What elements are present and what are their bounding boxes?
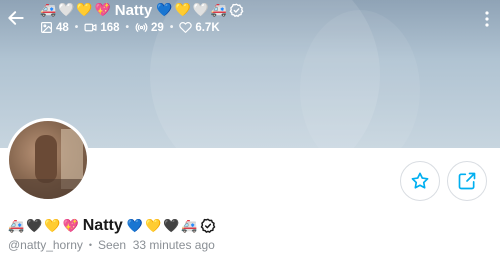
more-vertical-icon[interactable]: [484, 11, 490, 27]
verified-check-icon: [200, 218, 215, 233]
video-icon: [84, 23, 97, 32]
heart-icon: [179, 22, 193, 33]
emoji: 💖: [94, 2, 111, 17]
emoji: 🤍: [192, 2, 209, 17]
emoji: 🖤: [163, 218, 180, 233]
image-icon: [41, 22, 52, 33]
banner-decoration: [300, 10, 420, 148]
share-button[interactable]: [447, 161, 487, 201]
profile-name-row: 🚑 🖤 💛 💖 Natty 💙 💛 🖤 🚑: [8, 216, 216, 236]
avatar[interactable]: [6, 118, 90, 202]
emoji: 💛: [76, 2, 93, 17]
emoji: 🤍: [58, 2, 75, 17]
emoji: 💙: [126, 218, 143, 233]
favorite-button[interactable]: [400, 161, 440, 201]
emoji: 🚑: [40, 2, 57, 17]
emoji: 🚑: [181, 218, 198, 233]
photos-count: 48: [56, 21, 69, 34]
stats-row: 48 • 168 • 29 • 6.7K: [40, 21, 220, 34]
last-seen: Seen 33 minutes ago: [98, 238, 215, 252]
separator: •: [169, 22, 174, 33]
profile-banner: 🚑 🤍 💛 💖 Natty 💙 💛 🤍 🚑 48 • 168 • 29 • 6.…: [0, 0, 500, 148]
emoji: 💙: [156, 2, 173, 17]
separator: •: [74, 22, 79, 33]
streams-count: 29: [151, 21, 164, 34]
arrow-left-icon[interactable]: [6, 8, 26, 28]
photos-stat[interactable]: 48: [40, 21, 69, 34]
emoji: 🚑: [8, 218, 25, 233]
profile-name: Natty: [82, 217, 123, 234]
videos-stat[interactable]: 168: [84, 21, 120, 34]
verified-check-icon: [229, 3, 244, 17]
separator: •: [125, 22, 130, 33]
emoji: 💖: [62, 218, 79, 233]
emoji: 🚑: [210, 2, 228, 17]
separator: •: [88, 240, 93, 250]
emoji: 🖤: [26, 218, 43, 233]
star-icon: [411, 172, 429, 189]
avatar-photo: [35, 135, 57, 183]
profile-subtitle: @natty_horny • Seen 33 minutes ago: [8, 238, 215, 252]
streams-stat[interactable]: 29: [135, 21, 164, 34]
avatar-photo: [9, 179, 87, 199]
broadcast-icon: [135, 23, 148, 32]
share-icon: [458, 172, 476, 190]
header-name: Natty: [114, 1, 153, 19]
emoji: 💛: [44, 218, 61, 233]
likes-count: 6.7K: [195, 21, 220, 34]
username[interactable]: @natty_horny: [8, 238, 83, 252]
header-title: 🚑 🤍 💛 💖 Natty 💙 💛 🤍 🚑: [40, 1, 244, 19]
likes-stat: 6.7K: [179, 21, 220, 34]
emoji: 💛: [144, 218, 162, 233]
emoji: 💛: [174, 2, 191, 17]
videos-count: 168: [100, 21, 120, 34]
